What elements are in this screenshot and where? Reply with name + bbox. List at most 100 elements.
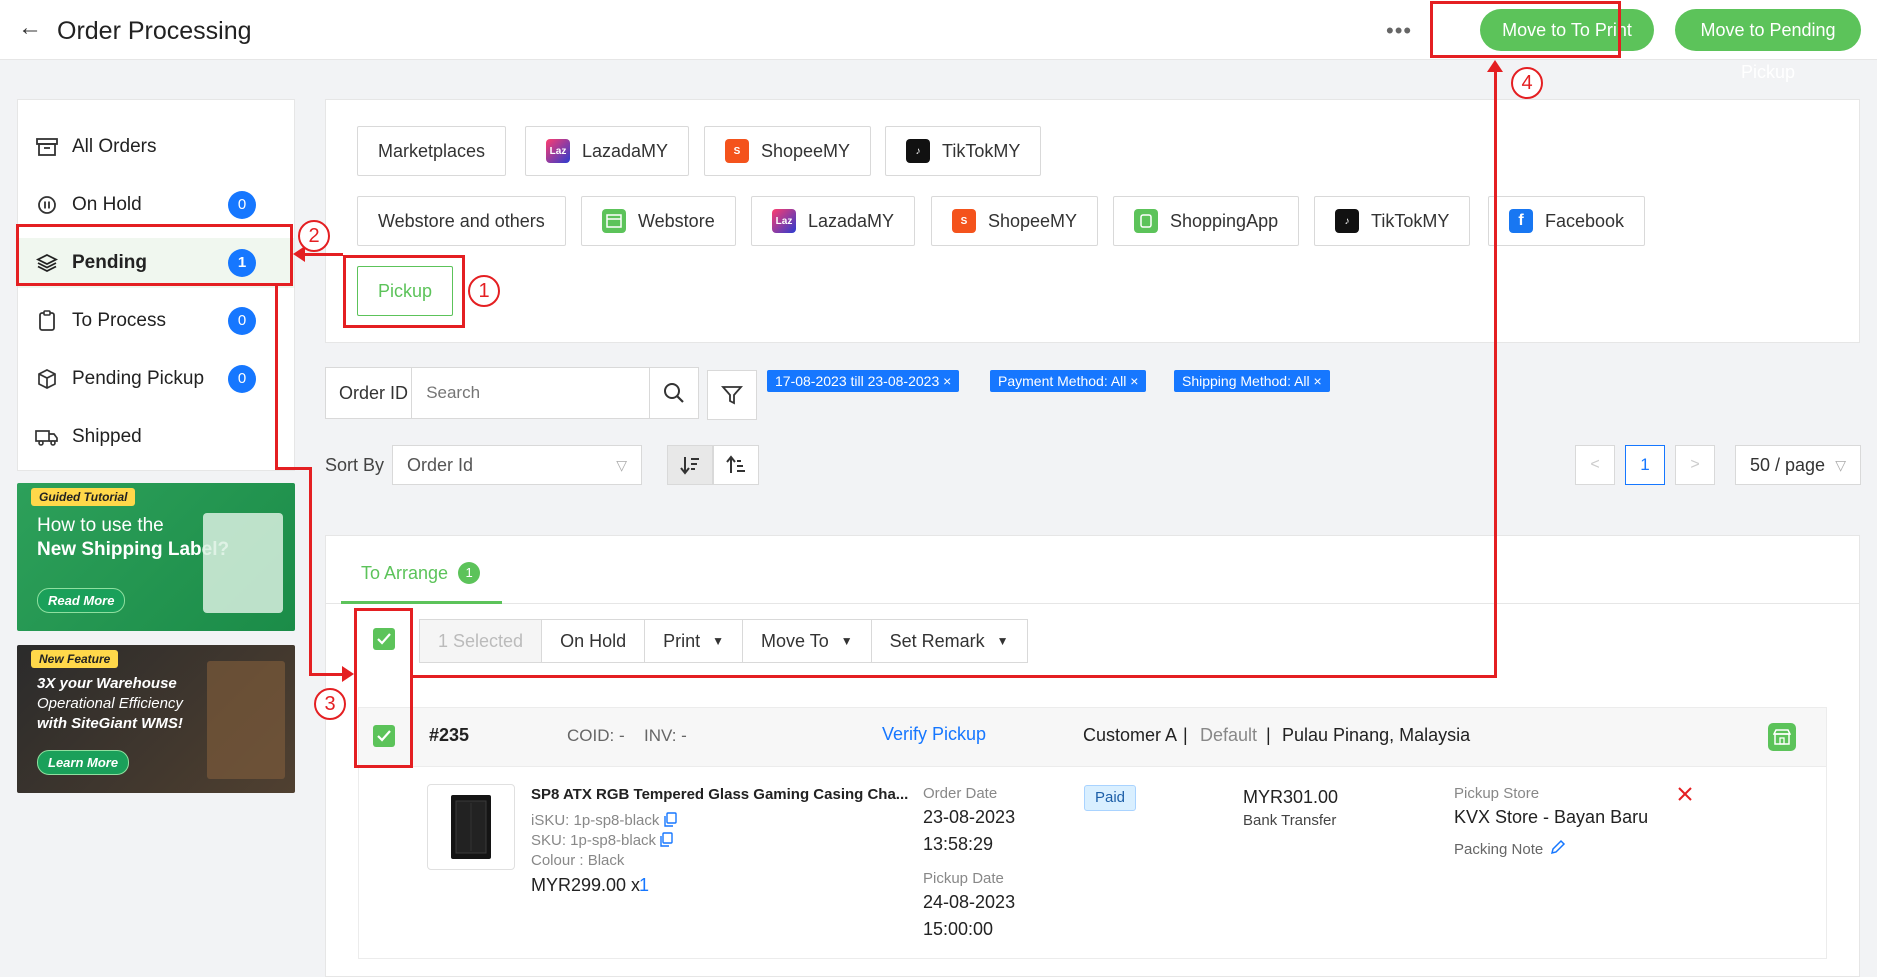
customer-name: Customer A [1083,725,1178,745]
payment-method-tag[interactable]: Payment Method: All × [990,370,1147,392]
on-hold-button[interactable]: On Hold [542,620,646,662]
address-default: Default [1200,725,1258,745]
chip-facebook[interactable]: f Facebook [1488,196,1646,246]
next-page-icon[interactable]: > [1675,445,1715,485]
highlight-checkboxes [354,608,413,768]
print-label: Print [663,630,701,651]
sidebar-item-label: To Process [72,310,166,331]
arrow-line [275,467,312,470]
chip-webstore-and-others[interactable]: Webstore and others [357,196,566,246]
chip-label: Webstore [638,210,715,231]
chip-marketplaces[interactable]: Marketplaces [357,126,507,176]
order-total: MYR301.00 [1243,787,1339,807]
tiktok-icon: ♪ [906,139,930,163]
chip-lazadamy[interactable]: Laz LazadaMY [525,126,690,176]
date-range-tag[interactable]: 17-08-2023 till 23-08-2023 × [767,370,960,392]
step-1-marker: 1 [468,275,500,307]
sort-label: Sort By [325,455,385,475]
page-size-select[interactable]: 50 / page ▽ [1735,445,1861,485]
count-badge: 0 [228,365,256,393]
page-size-value: 50 / page [1750,455,1826,475]
product-colour: Colour : Black [531,852,625,869]
chip-label: TikTokMY [942,140,1021,161]
sort-descending-icon[interactable] [667,445,713,485]
separator: | [1266,725,1271,745]
banner-line: New Shipping Label? [37,539,230,560]
chip-label: Webstore and others [378,210,545,231]
learn-more-button[interactable]: Learn More [37,750,130,775]
copy-icon[interactable] [663,812,677,833]
tab-count-badge: 1 [458,562,481,584]
clipboard-icon [34,308,60,334]
webstore-icon [602,209,626,233]
shipping-method-tag[interactable]: Shipping Method: All × [1174,370,1330,392]
close-icon[interactable] [1677,786,1693,807]
search-input[interactable] [412,368,650,418]
order-date: 23-08-2023 [923,807,1016,827]
banner-line: 3X your Warehouse [37,675,177,692]
filter-icon[interactable] [707,370,757,420]
sidebar-item-all-orders[interactable]: All Orders [18,122,294,172]
shopee-icon: S [952,209,976,233]
tab-to-arrange[interactable]: To Arrange 1 [361,562,481,584]
lazada-icon: Laz [772,209,796,233]
sidebar-item-to-process[interactable]: To Process 0 [18,296,294,346]
search-field-label[interactable]: Order ID [326,368,413,418]
chip-shoppingapp[interactable]: ShoppingApp [1113,196,1300,246]
search-icon[interactable] [649,368,698,418]
chip-label: Marketplaces [378,140,486,161]
pickup-date-label: Pickup Date [923,870,1004,887]
chip-label: ShoppingApp [1170,210,1279,231]
order-search: Order ID [325,367,699,419]
chip-shopeemy[interactable]: S ShopeeMY [704,126,872,176]
facebook-icon: f [1509,209,1533,233]
separator: | [1183,725,1188,745]
sidebar-item-shipped[interactable]: Shipped [18,412,294,462]
product-image[interactable] [427,784,515,870]
pause-icon [34,192,60,218]
shopping-app-icon [1134,209,1158,233]
sidebar-item-label: Shipped [72,426,142,447]
product-price: MYR299.00 x [531,875,641,895]
order-number[interactable]: #235 [429,725,469,746]
print-dropdown[interactable]: Print ▼ [645,620,744,662]
sidebar-item-pending-pickup[interactable]: Pending Pickup 0 [18,354,294,404]
move-to-dropdown[interactable]: Move To ▼ [743,620,872,662]
chip-tiktokmy[interactable]: ♪ TikTokMY [885,126,1042,176]
sort-select[interactable]: Order Id ▽ [392,445,642,485]
chip-tiktokmy[interactable]: ♪ TikTokMY [1314,196,1471,246]
set-remark-dropdown[interactable]: Set Remark ▼ [872,620,1027,662]
chip-lazadamy[interactable]: Laz LazadaMY [751,196,916,246]
copy-icon[interactable] [659,832,673,853]
prev-page-icon[interactable]: < [1575,445,1615,485]
chip-label: ShopeeMY [761,140,851,161]
store-icon [1768,723,1796,751]
verify-pickup-link[interactable]: Verify Pickup [882,724,986,745]
order-date-label: Order Date [923,785,998,802]
tab-divider [326,603,1859,604]
arrow-line [275,286,278,467]
highlight-move-to-print [1430,1,1621,58]
banner-tag: Guided Tutorial [31,488,136,506]
banner-line: with SiteGiant WMS! [37,715,183,732]
new-feature-banner[interactable]: New Feature 3X your Warehouse Operationa… [17,645,295,793]
chip-shopeemy[interactable]: S ShopeeMY [931,196,1099,246]
back-arrow-icon[interactable]: ← [18,16,42,40]
sort-ascending-icon[interactable] [713,445,759,485]
move-to-pending-pickup-button[interactable]: Move to Pending Pickup [1675,9,1861,82]
coid: COID: - [567,726,625,745]
chip-label: LazadaMY [582,140,669,161]
warehouse-illustration [207,661,285,779]
page-number[interactable]: 1 [1625,445,1665,485]
read-more-button[interactable]: Read More [37,588,126,613]
payment-method: Bank Transfer [1243,812,1337,829]
chip-webstore[interactable]: Webstore [581,196,736,246]
packing-note-label: Packing Note [1454,841,1544,858]
chip-label: ShopeeMY [988,210,1078,231]
guided-tutorial-banner[interactable]: Guided Tutorial How to use the New Shipp… [17,483,295,631]
more-options-icon[interactable]: ••• [1386,18,1412,44]
chip-label: TikTokMY [1371,210,1450,231]
product-name[interactable]: SP8 ATX RGB Tempered Glass Gaming Casing… [531,786,908,803]
sidebar-item-on-hold[interactable]: On Hold 0 [18,180,294,230]
edit-icon[interactable] [1550,839,1566,860]
